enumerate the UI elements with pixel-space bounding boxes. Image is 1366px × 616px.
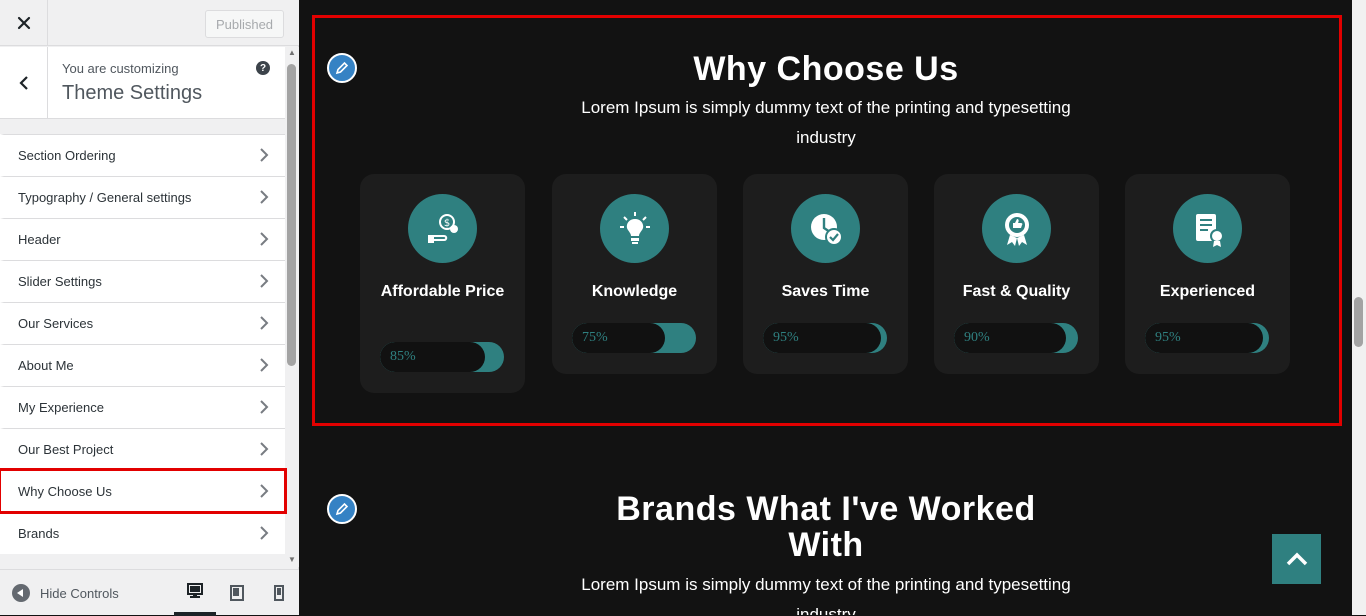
chevron-right-icon — [260, 358, 269, 372]
menu-item-label: My Experience — [18, 400, 104, 415]
customizer-header: Published — [0, 0, 299, 46]
panel-title: Theme Settings — [62, 82, 203, 104]
progress-label: 95% — [1155, 330, 1181, 345]
menu-item-label: Header — [18, 232, 61, 247]
chevron-right-icon — [260, 526, 269, 540]
site-preview: Why Choose Us Lorem Ipsum is simply dumm… — [300, 0, 1352, 615]
menu-item-our-services[interactable]: Our Services — [0, 302, 285, 344]
menu-item-label: About Me — [18, 358, 74, 373]
chevron-left-icon — [18, 76, 28, 90]
chevron-right-icon — [260, 232, 269, 246]
device-mobile-button[interactable] — [258, 570, 300, 616]
back-button[interactable] — [0, 47, 48, 119]
menu-item-typography[interactable]: Typography / General settings — [0, 176, 285, 218]
feature-card-fast-quality: Fast & Quality 90% — [934, 174, 1099, 374]
menu-item-about-me[interactable]: About Me — [0, 344, 285, 386]
hide-controls-button[interactable]: Hide Controls — [12, 584, 119, 602]
scroll-down-arrow-icon[interactable]: ▼ — [287, 555, 297, 565]
close-icon — [17, 16, 30, 30]
publish-button[interactable]: Published — [205, 10, 284, 38]
badge-thumb-icon — [982, 194, 1051, 263]
menu-item-why-choose-us[interactable]: Why Choose Us — [0, 468, 287, 514]
pencil-icon — [335, 502, 349, 516]
feature-card-experienced: Experienced 95% — [1125, 174, 1290, 374]
progress-label: 90% — [964, 330, 990, 345]
chevron-right-icon — [260, 274, 269, 288]
feature-card-saves-time: Saves Time 95% — [743, 174, 908, 374]
device-tablet-button[interactable] — [216, 570, 258, 616]
panel-info: You are customizing Theme Settings ? — [0, 47, 285, 119]
close-customizer-button[interactable] — [0, 0, 48, 46]
collapse-icon — [12, 584, 30, 602]
chevron-up-icon — [1286, 552, 1307, 566]
menu-item-label: Why Choose Us — [18, 484, 112, 499]
progress-label: 75% — [582, 330, 608, 345]
desktop-icon — [187, 583, 203, 598]
chevron-right-icon — [260, 316, 269, 330]
chevron-right-icon — [260, 442, 269, 456]
scroll-to-top-button[interactable] — [1272, 534, 1321, 584]
menu-item-slider-settings[interactable]: Slider Settings — [0, 260, 285, 302]
feature-card-title: Affordable Price — [380, 283, 505, 300]
chevron-right-icon — [260, 148, 269, 162]
progress-bar: 85% — [380, 342, 504, 372]
brands-subtitle: Lorem Ipsum is simply dummy text of the … — [581, 575, 1071, 615]
feature-card-title: Knowledge — [591, 283, 678, 300]
device-desktop-button[interactable] — [174, 570, 216, 616]
chevron-right-icon — [260, 190, 269, 204]
menu-item-label: Our Services — [18, 316, 94, 331]
lightbulb-icon — [600, 194, 669, 263]
why-choose-us-subtitle: Lorem Ipsum is simply dummy text of the … — [581, 98, 1071, 147]
menu-item-label: Typography / General settings — [18, 190, 192, 205]
feature-card-affordable-price: $ Affordable Price 85% — [360, 174, 525, 393]
progress-label: 95% — [773, 330, 799, 345]
menu-item-section-ordering[interactable]: Section Ordering — [0, 134, 285, 176]
menu-item-brands[interactable]: Brands — [0, 512, 285, 554]
why-choose-us-title: Why Choose Us — [693, 50, 959, 88]
menu-item-our-best-project[interactable]: Our Best Project — [0, 428, 285, 470]
tablet-icon — [230, 585, 244, 601]
progress-bar: 95% — [1145, 323, 1269, 353]
progress-label: 85% — [390, 349, 416, 364]
feature-card-title: Experienced — [1159, 283, 1256, 300]
customizer-sidebar: Published You are customizing Theme Sett… — [0, 0, 300, 616]
scroll-up-arrow-icon[interactable]: ▲ — [287, 48, 297, 58]
menu-item-header[interactable]: Header — [0, 218, 285, 260]
chevron-right-icon — [260, 400, 269, 414]
clock-check-icon — [791, 194, 860, 263]
chevron-right-icon — [260, 484, 269, 498]
progress-bar: 75% — [572, 323, 696, 353]
brands-title: Brands What I've Worked With — [616, 490, 1036, 564]
svg-text:$: $ — [443, 218, 449, 229]
menu-item-label: Brands — [18, 526, 60, 541]
section-menu: Section Ordering Typography / General se… — [0, 134, 287, 554]
mobile-icon — [274, 585, 284, 601]
customizer-footer: Hide Controls — [0, 569, 300, 616]
certificate-icon — [1173, 194, 1242, 263]
menu-item-my-experience[interactable]: My Experience — [0, 386, 285, 428]
hide-controls-label: Hide Controls — [40, 585, 119, 601]
menu-item-label: Slider Settings — [18, 274, 102, 289]
customizing-label: You are customizing — [62, 61, 179, 76]
menu-item-label: Our Best Project — [18, 442, 114, 457]
progress-bar: 90% — [954, 323, 1078, 353]
hand-money-icon: $ — [408, 194, 477, 263]
preview-scrollbar-thumb[interactable] — [1354, 297, 1363, 347]
feature-card-title: Fast & Quality — [962, 283, 1071, 300]
menu-item-label: Section Ordering — [18, 148, 116, 163]
sidebar-scrollbar-thumb[interactable] — [287, 64, 296, 366]
progress-bar: 95% — [763, 323, 887, 353]
help-icon[interactable]: ? — [256, 61, 270, 75]
feature-card-title: Saves Time — [781, 283, 870, 300]
feature-card-knowledge: Knowledge 75% — [552, 174, 717, 374]
edit-brands-button[interactable] — [327, 494, 357, 524]
